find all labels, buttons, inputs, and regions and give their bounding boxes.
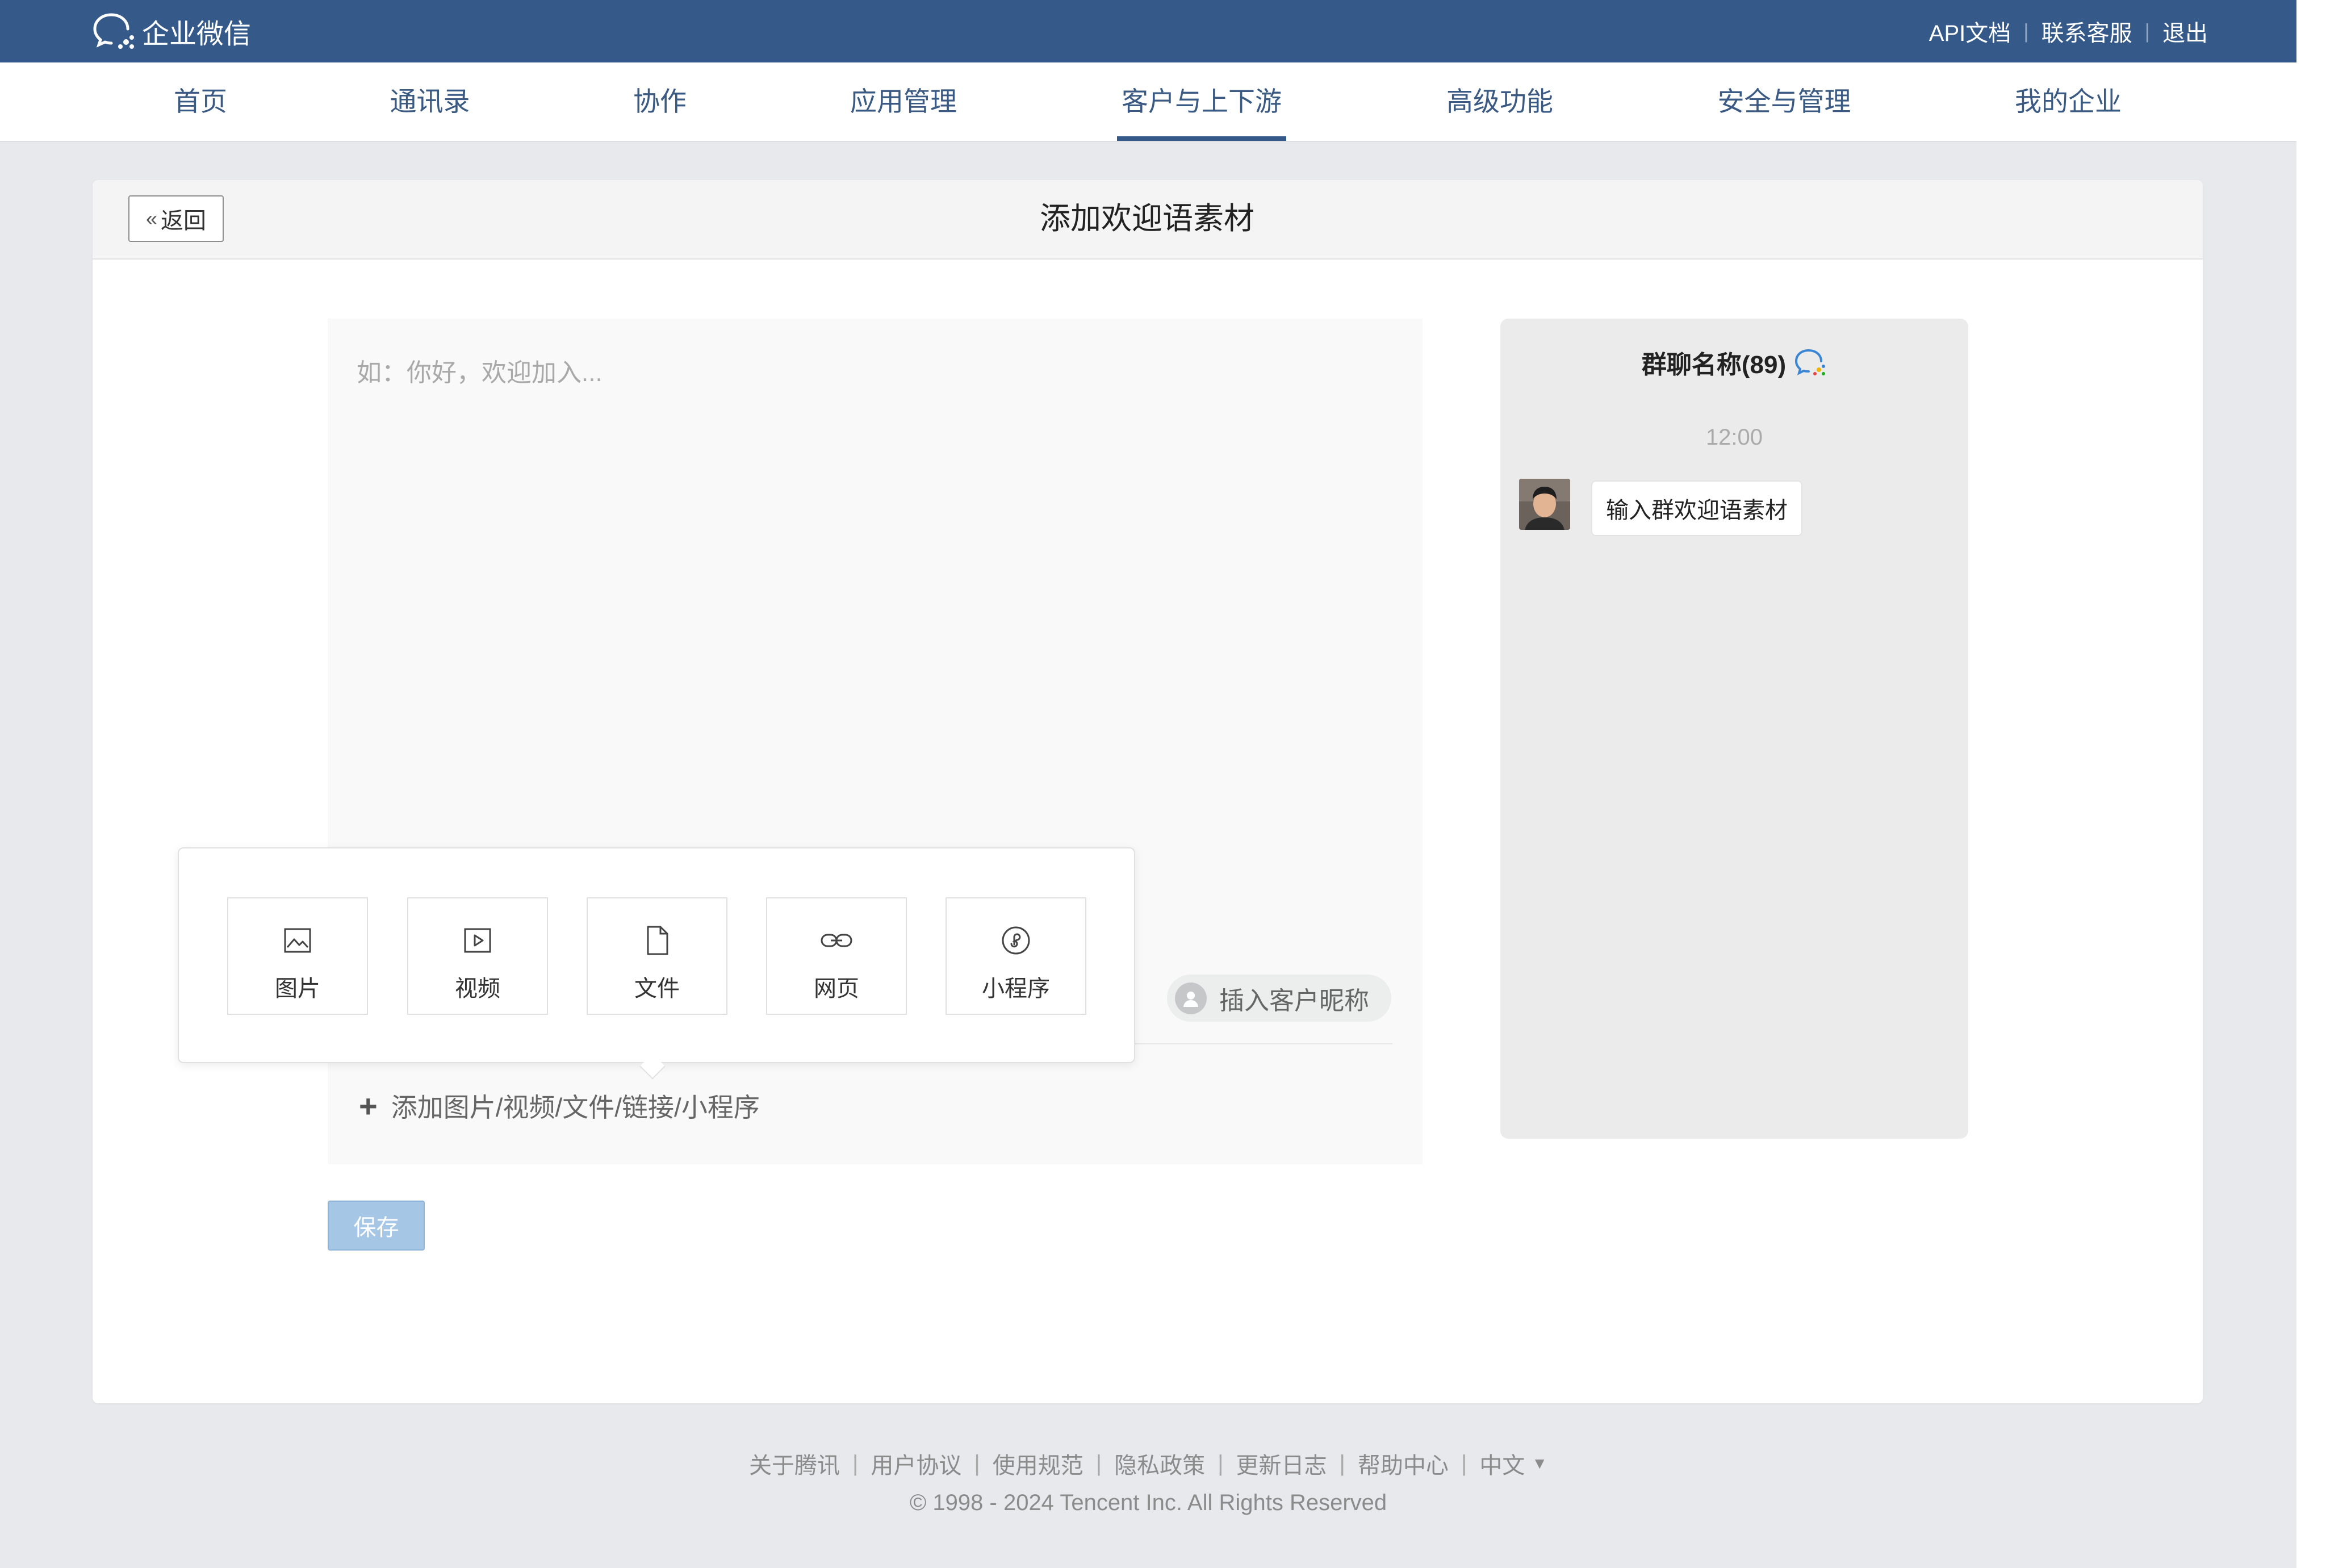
user-icon: [1175, 982, 1207, 1014]
nav-advanced[interactable]: 高级功能: [1446, 62, 1553, 141]
separator: |: [2023, 19, 2029, 43]
language-select[interactable]: 中文 ▼: [1479, 1447, 1547, 1480]
nav-collaboration[interactable]: 协作: [633, 62, 687, 141]
separator: |: [974, 1450, 980, 1476]
avatar: [1519, 479, 1570, 530]
footer-changelog-link[interactable]: 更新日志: [1236, 1447, 1327, 1480]
nav-app-management[interactable]: 应用管理: [850, 62, 957, 141]
footer-links: 关于腾讯 | 用户协议 | 使用规范 | 隐私政策 | 更新日志 | 帮助中心 …: [0, 1447, 2296, 1480]
tile-label: 视频: [455, 976, 500, 1001]
back-button[interactable]: « 返回: [128, 195, 224, 242]
footer-privacy-link[interactable]: 隐私政策: [1114, 1447, 1205, 1480]
message-time: 12:00: [1705, 425, 1763, 450]
logo[interactable]: 企业微信: [92, 11, 251, 51]
footer-rules-link[interactable]: 使用规范: [993, 1447, 1083, 1480]
group-name-text: 群聊名称(89): [1641, 351, 1787, 379]
page-title: 添加欢迎语素材: [1040, 202, 1254, 236]
footer-about-link[interactable]: 关于腾讯: [749, 1447, 840, 1480]
image-icon: [284, 928, 311, 953]
add-material-button[interactable]: + 添加图片/视频/文件/链接/小程序: [359, 1086, 760, 1126]
material-tile-file[interactable]: 文件: [587, 897, 727, 1015]
editor-placeholder: 如：你好，欢迎加入...: [357, 359, 603, 387]
nav-security[interactable]: 安全与管理: [1718, 62, 1851, 141]
double-chevron-left-icon: «: [145, 207, 158, 230]
save-button[interactable]: 保存: [328, 1201, 425, 1251]
separator: |: [1461, 1450, 1467, 1476]
nav-my-enterprise[interactable]: 我的企业: [2015, 62, 2122, 141]
group-name: 群聊名称(89): [1500, 344, 1968, 380]
file-icon: [647, 926, 668, 955]
insert-nickname-label: 插入客户昵称: [1219, 986, 1369, 1015]
caret-down-icon: ▼: [1532, 1454, 1548, 1472]
tile-label: 文件: [634, 976, 680, 1001]
scrollbar-track[interactable]: [2296, 0, 2326, 1568]
tile-label: 图片: [275, 976, 320, 1001]
link-icon: [821, 934, 852, 947]
main-nav: 首页 通讯录 协作 应用管理 客户与上下游 高级功能 安全与管理 我的企业: [0, 62, 2296, 142]
copyright: © 1998 - 2024 Tencent Inc. All Rights Re…: [909, 1490, 1387, 1515]
video-icon: [464, 928, 491, 953]
wecom-badge-icon: [1795, 349, 1826, 375]
logout-link[interactable]: 退出: [2162, 15, 2208, 48]
separator: |: [1218, 1450, 1224, 1476]
wecom-logo-icon: [93, 13, 134, 49]
api-docs-link[interactable]: API文档: [1929, 15, 2011, 48]
miniprogram-icon: [1002, 926, 1030, 955]
plus-icon: +: [359, 1088, 378, 1124]
material-tile-image[interactable]: 图片: [227, 897, 368, 1015]
insert-nickname-button[interactable]: 插入客户昵称: [1167, 975, 1391, 1022]
material-tile-miniprogram[interactable]: 小程序: [946, 897, 1086, 1015]
footer-help-link[interactable]: 帮助中心: [1358, 1447, 1449, 1480]
add-material-label: 添加图片/视频/文件/链接/小程序: [391, 1093, 760, 1122]
footer-agreement-link[interactable]: 用户协议: [871, 1447, 961, 1480]
tile-label: 网页: [814, 976, 859, 1001]
tile-label: 小程序: [982, 976, 1050, 1001]
back-label: 返回: [161, 208, 207, 233]
material-tile-webpage[interactable]: 网页: [766, 897, 907, 1015]
material-tile-video[interactable]: 视频: [407, 897, 548, 1015]
nav-home[interactable]: 首页: [174, 62, 227, 141]
separator: |: [2144, 19, 2150, 43]
nav-contacts[interactable]: 通讯录: [390, 62, 470, 141]
top-links: API文档 | 联系客服 | 退出: [1929, 0, 2208, 62]
separator: |: [1339, 1450, 1345, 1476]
contact-support-link[interactable]: 联系客服: [2041, 15, 2132, 48]
separator: |: [852, 1450, 859, 1476]
language-label: 中文: [1479, 1453, 1525, 1478]
logo-text: 企业微信: [142, 19, 252, 49]
nav-customers[interactable]: 客户与上下游: [1117, 62, 1286, 141]
separator: |: [1095, 1450, 1102, 1476]
welcome-message-bubble: 输入群欢迎语素材: [1591, 480, 1802, 536]
